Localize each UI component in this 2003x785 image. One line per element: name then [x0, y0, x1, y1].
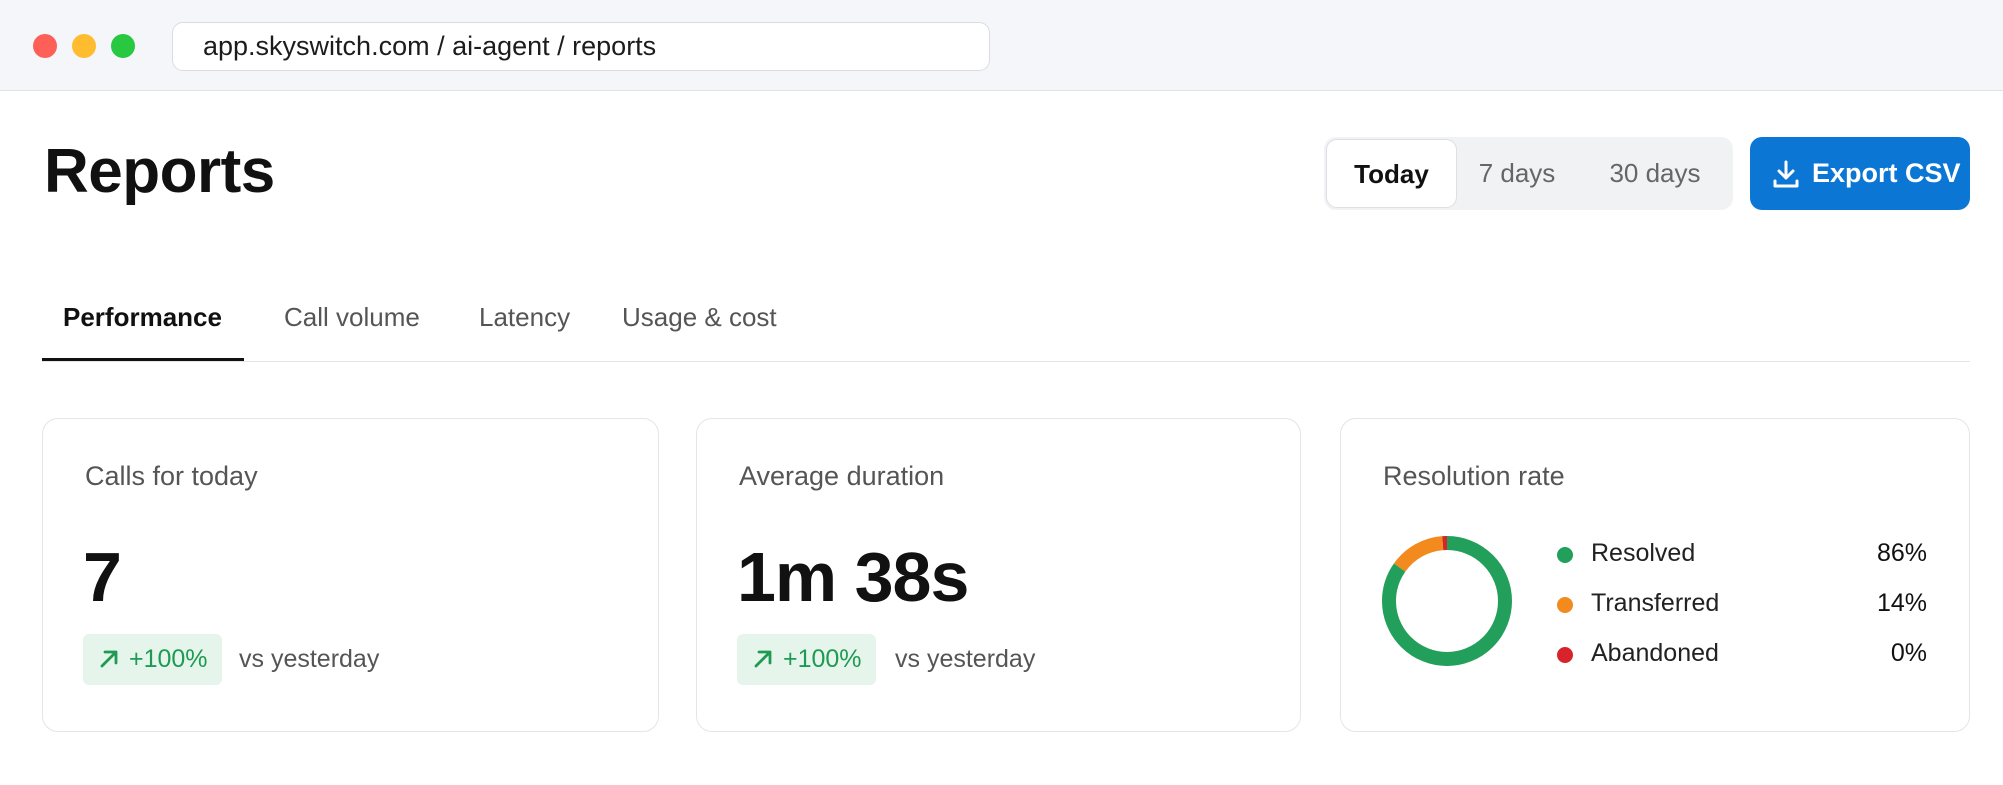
- legend-percent: 14%: [1876, 589, 1927, 617]
- export-csv-button[interactable]: Export CSV: [1750, 137, 1970, 210]
- range-7-days-button[interactable]: 7 days: [1467, 137, 1567, 210]
- comparison-text: vs yesterday: [239, 645, 380, 673]
- download-icon: [1773, 160, 1799, 188]
- calls-card: Calls for today 7 +100% vs yesterday: [42, 418, 659, 732]
- calls-value: 7: [83, 538, 122, 616]
- transferred-dot: [1557, 597, 1573, 613]
- card-title: Average duration: [739, 461, 945, 491]
- legend-label: Abandoned: [1591, 639, 1719, 667]
- tab-call-volume[interactable]: Call volume: [284, 302, 420, 333]
- legend-label: Transferred: [1591, 589, 1720, 617]
- tab-latency[interactable]: Latency: [479, 302, 570, 333]
- duration-card: Average duration 1m 38s +100% vs yesterd…: [696, 418, 1301, 732]
- range-today-button[interactable]: Today: [1326, 139, 1457, 208]
- duration-value: 1m 38s: [737, 538, 969, 616]
- legend-percent: 0%: [1890, 639, 1927, 667]
- export-csv-label: Export CSV: [1812, 158, 1961, 188]
- delta-text: +100%: [783, 645, 862, 673]
- page-title: Reports: [44, 137, 275, 206]
- delta-text: +100%: [129, 645, 208, 673]
- address-bar[interactable]: app.skyswitch.com / ai-agent / reports: [172, 22, 990, 71]
- active-tab-indicator: [42, 358, 244, 361]
- legend-percent: 86%: [1876, 539, 1927, 567]
- card-title: Calls for today: [85, 461, 258, 491]
- delta-badge: +100%: [737, 634, 876, 685]
- window-minimize-button[interactable]: [72, 34, 96, 58]
- tab-usage-cost[interactable]: Usage & cost: [622, 302, 777, 333]
- report-tabs: Performance Call volume Latency Usage & …: [42, 290, 1970, 362]
- arrow-up-right-icon: [754, 650, 772, 668]
- window-close-button[interactable]: [33, 34, 57, 58]
- window-maximize-button[interactable]: [111, 34, 135, 58]
- range-30-days-button[interactable]: 30 days: [1600, 137, 1710, 210]
- abandoned-dot: [1557, 647, 1573, 663]
- legend-item-transferred: Transferred 14%: [1557, 587, 1927, 623]
- date-range-selector: Today 7 days 30 days: [1324, 137, 1733, 210]
- tab-performance[interactable]: Performance: [63, 302, 222, 333]
- comparison-text: vs yesterday: [895, 645, 1036, 673]
- legend-label: Resolved: [1591, 539, 1696, 567]
- resolution-donut-chart: [1382, 536, 1512, 666]
- legend-item-resolved: Resolved 86%: [1557, 537, 1927, 573]
- card-title: Resolution rate: [1383, 461, 1565, 491]
- browser-toolbar: app.skyswitch.com / ai-agent / reports: [0, 0, 2003, 91]
- resolved-dot: [1557, 547, 1573, 563]
- legend-item-abandoned: Abandoned 0%: [1557, 637, 1927, 673]
- arrow-up-right-icon: [100, 650, 118, 668]
- resolution-card: Resolution rate Resolved 86% Transferred…: [1340, 418, 1970, 732]
- delta-badge: +100%: [83, 634, 222, 685]
